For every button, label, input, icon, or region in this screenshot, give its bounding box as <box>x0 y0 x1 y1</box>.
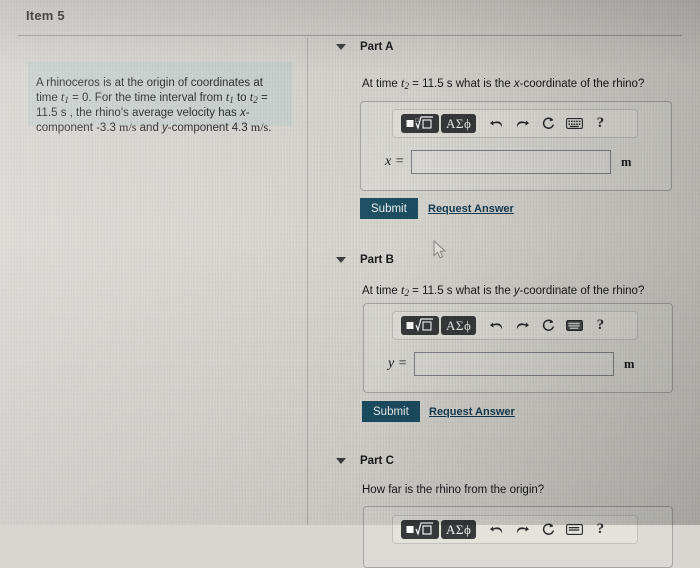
help-icon[interactable]: ? <box>588 316 612 335</box>
part-c-equation-toolbar[interactable]: ΑΣϕ ? <box>392 515 638 544</box>
part-b-unit-label: m <box>624 356 635 371</box>
redo-icon[interactable] <box>510 316 534 335</box>
mouse-pointer-icon <box>433 239 448 265</box>
redo-icon[interactable] <box>510 114 534 133</box>
part-a-label: Part A <box>360 41 394 53</box>
header-divider <box>18 35 682 36</box>
problem-line-2a: = 0. For the time interval from <box>68 91 226 104</box>
part-a-q-mid: = 11.5 s what is the <box>408 78 514 90</box>
part-a-submit-button[interactable]: Submit <box>360 198 418 219</box>
part-a-header[interactable]: Part A <box>336 41 393 53</box>
part-c-label: Part C <box>360 455 394 467</box>
part-b-answer-input[interactable] <box>414 352 614 376</box>
undo-icon[interactable] <box>484 114 508 133</box>
greek-symbols-icon[interactable]: ΑΣϕ <box>441 316 477 335</box>
problem-unit-ms-1: m/s <box>119 119 137 134</box>
part-b-q-mid: = 11.5 s what is the <box>408 285 514 297</box>
problem-period: . <box>268 121 272 134</box>
math-template-icon[interactable] <box>401 520 439 539</box>
keyboard-icon[interactable] <box>562 520 586 539</box>
part-a-q-post: -coordinate of the rhino? <box>519 78 645 90</box>
reset-icon[interactable] <box>536 520 560 539</box>
part-a-variable-label: x = <box>385 154 405 169</box>
part-a-unit-label: m <box>621 154 632 169</box>
problem-line-3b: and <box>136 121 163 134</box>
chevron-down-icon[interactable] <box>336 458 346 464</box>
part-b-equation-toolbar[interactable]: ΑΣϕ ? <box>392 311 638 340</box>
undo-icon[interactable] <box>484 316 508 335</box>
part-a-q-pre: At time <box>362 78 401 90</box>
reset-icon[interactable] <box>536 114 560 133</box>
svg-text:□: □ <box>415 118 419 124</box>
help-icon[interactable]: ? <box>588 520 612 539</box>
problem-unit-ms-2: m/s <box>250 119 269 134</box>
part-b-q-pre: At time <box>362 285 401 297</box>
part-b-q-post: -coordinate of the rhino? <box>519 285 645 297</box>
part-b-request-answer-link[interactable]: Request Answer <box>429 406 515 418</box>
redo-icon[interactable] <box>510 520 534 539</box>
part-a-equation-toolbar[interactable]: □ ΑΣϕ ? <box>392 109 638 138</box>
page-title: Item 5 <box>26 8 65 23</box>
problem-statement-text: A rhinoceros is at the origin of coordin… <box>36 77 286 135</box>
chevron-down-icon[interactable] <box>336 44 346 50</box>
reset-icon[interactable] <box>536 316 560 335</box>
part-b-question: At time t2 = 11.5 s what is the y-coordi… <box>362 283 644 298</box>
page-content: Item 5 A rhinoceros is at the origin of … <box>0 0 700 568</box>
math-template-icon[interactable] <box>401 316 439 335</box>
part-b-submit-button[interactable]: Submit <box>362 401 420 422</box>
part-a-input-row: x = m <box>385 150 631 174</box>
part-b-header[interactable]: Part B <box>336 254 394 266</box>
part-b-variable-label: y = <box>388 356 408 371</box>
part-c-header[interactable]: Part C <box>336 455 394 467</box>
screen-photo: Item 5 A rhinoceros is at the origin of … <box>0 0 700 568</box>
problem-line-2b: to <box>233 91 250 104</box>
part-a-answer-input[interactable] <box>411 150 611 174</box>
problem-line-3c: -component 4.3 <box>167 121 251 134</box>
greek-symbols-icon[interactable]: ΑΣϕ <box>441 114 477 133</box>
chevron-down-icon[interactable] <box>336 257 346 263</box>
part-a-request-answer-link[interactable]: Request Answer <box>428 203 514 215</box>
undo-icon[interactable] <box>484 520 508 539</box>
column-divider <box>307 38 308 525</box>
part-b-label: Part B <box>360 254 394 266</box>
greek-symbols-icon[interactable]: ΑΣϕ <box>441 520 477 539</box>
part-c-question: How far is the rhino from the origin? <box>362 484 545 496</box>
keyboard-icon[interactable] <box>562 316 586 335</box>
keyboard-icon[interactable] <box>562 114 586 133</box>
part-b-input-row: y = m <box>388 352 634 376</box>
help-icon[interactable]: ? <box>588 114 612 133</box>
part-a-question: At time t2 = 11.5 s what is the x-coordi… <box>362 76 644 91</box>
math-template-icon[interactable]: □ <box>401 114 439 133</box>
